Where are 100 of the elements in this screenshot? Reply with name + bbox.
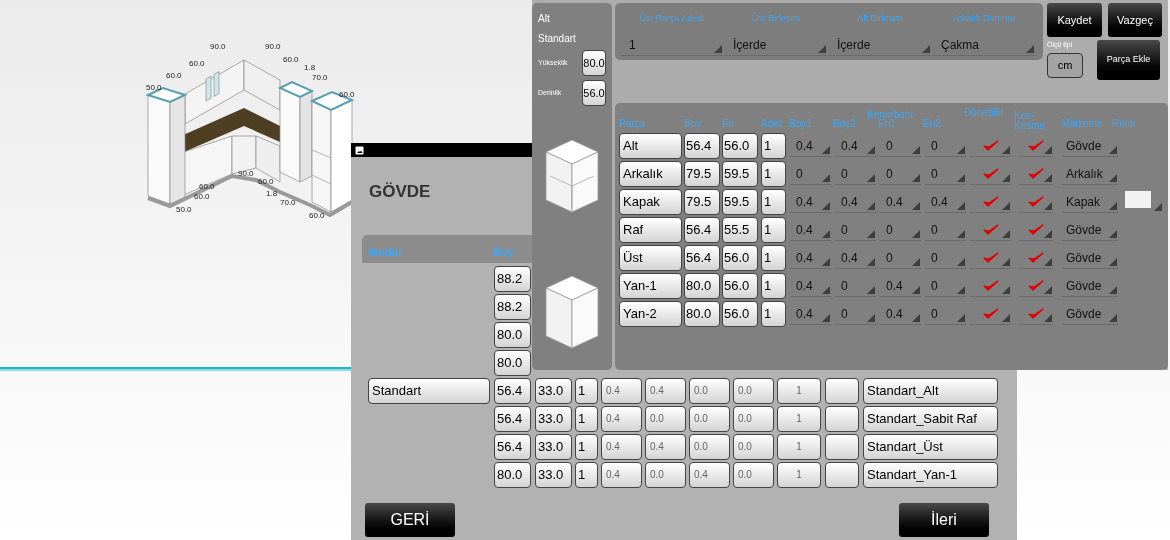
dropdown[interactable]: 0.4 (790, 191, 831, 213)
dropdown[interactable]: 0.4 (790, 303, 831, 325)
dropdown-corner-icon (912, 202, 920, 210)
add-part-button[interactable]: Parça Ekle (1097, 40, 1160, 80)
table-cell: 1 (575, 461, 598, 488)
table-cell: 56.4 (494, 377, 531, 404)
table-cell: 88.2 (494, 293, 531, 320)
dropdown[interactable]: 0 (880, 135, 921, 157)
dropdown[interactable]: 0.4 (790, 219, 831, 241)
dropdown[interactable]: İçerde (725, 35, 827, 56)
dropdown[interactable]: 0.4 (880, 191, 921, 213)
dropdown[interactable]: Arkalık (1062, 163, 1118, 185)
table-cell: 1 (761, 161, 786, 187)
dropdown[interactable]: 0 (925, 163, 966, 185)
cancel-button[interactable]: Vazgeç (1108, 3, 1162, 37)
dropdown-corner-icon (957, 258, 965, 266)
dropdown[interactable]: 0.4 (835, 247, 876, 269)
table-cell: 0.4 (689, 461, 730, 488)
dropdown[interactable]: 0.4 (880, 275, 921, 297)
dropdown[interactable]: 0.4 (790, 275, 831, 297)
empty-cell (825, 377, 859, 404)
dropdown-corner-icon (957, 286, 965, 294)
dropdown[interactable]: Gövde (1062, 247, 1118, 269)
save-button[interactable]: Kaydet (1047, 3, 1102, 37)
table-cell: 1 (761, 245, 786, 271)
dropdown[interactable]: 0 (925, 275, 966, 297)
dropdown-corner-icon (1002, 146, 1010, 154)
dropdown[interactable]: 0.4 (835, 191, 876, 213)
group-header: Kenarbant (867, 108, 914, 120)
dropdown-corner-icon (1002, 258, 1010, 266)
table-cell: 0.4 (645, 377, 686, 404)
dropdown-corner-icon (867, 174, 875, 182)
table-cell: 80.0 (684, 273, 720, 299)
dimension-label: 1.8 (304, 63, 316, 72)
dropdown[interactable]: 0 (835, 303, 876, 325)
dimension-label: 90.0 (210, 42, 226, 51)
dropdown[interactable]: 0 (925, 303, 966, 325)
dropdown[interactable]: Gövde (1062, 219, 1118, 241)
dropdown[interactable]: 0 (835, 219, 876, 241)
dropdown-corner-icon (822, 286, 830, 294)
column-header: Boy (684, 117, 703, 131)
dropdown[interactable]: 0.4 (790, 247, 831, 269)
dropdown[interactable]: 0 (880, 247, 921, 269)
input-field[interactable]: 56.0 (582, 80, 606, 106)
dropdown-corner-icon (1044, 146, 1052, 154)
table-cell: 56.4 (494, 433, 531, 460)
back-button[interactable]: GERİ (365, 503, 455, 537)
table-cell: 56.0 (722, 245, 758, 271)
dropdown-corner-icon (957, 202, 965, 210)
dropdown[interactable]: 0 (880, 163, 921, 185)
table-cell: 1 (761, 189, 786, 215)
unit-field[interactable]: cm (1047, 52, 1083, 78)
table-cell: 55.5 (722, 217, 758, 243)
dropdown-corner-icon (822, 314, 830, 322)
table-cell: 1 (777, 377, 821, 404)
dropdown[interactable]: 0 (835, 163, 876, 185)
option-label: Üst Parça Adedi (638, 12, 706, 25)
dropdown-corner-icon (822, 230, 830, 238)
dimension-label: 1.8 (266, 189, 278, 198)
dropdown[interactable]: 0.4 (925, 191, 966, 213)
table-cell: 0.0 (733, 461, 774, 488)
dropdown[interactable]: 0 (790, 163, 831, 185)
table-cell: 56.4 (684, 133, 720, 159)
dropdown[interactable]: Gövde (1062, 303, 1118, 325)
column-header: Adet (761, 117, 783, 131)
column-header: En (722, 117, 736, 131)
dropdown[interactable]: 0 (925, 247, 966, 269)
dropdown[interactable]: 0.4 (790, 135, 831, 157)
dropdown[interactable]: Çakma (933, 35, 1035, 56)
table-cell: 80.0 (494, 461, 531, 488)
dropdown-corner-icon (822, 258, 830, 266)
dropdown[interactable]: 0.4 (880, 303, 921, 325)
dropdown-corner-icon (912, 230, 920, 238)
table-cell: 56.0 (722, 301, 758, 327)
table-cell: 0.0 (689, 405, 730, 432)
dropdown[interactable]: 0 (835, 275, 876, 297)
dimension-label: 60.0 (339, 90, 355, 99)
column-header: Boy2 (833, 117, 857, 131)
color-swatch[interactable] (1125, 191, 1163, 213)
dropdown[interactable]: 1 (621, 35, 723, 56)
dropdown[interactable]: Kapak (1062, 191, 1118, 213)
dropdown[interactable]: 0 (925, 219, 966, 241)
table-cell: Yan-1 (619, 273, 682, 299)
dropdown-corner-icon (1044, 314, 1052, 322)
input-field[interactable]: 80.0 (582, 50, 606, 76)
dropdown[interactable]: Gövde (1062, 135, 1118, 157)
dropdown[interactable]: 0 (880, 219, 921, 241)
dropdown[interactable]: Gövde (1062, 275, 1118, 297)
next-button[interactable]: İleri (899, 503, 989, 537)
table-cell: 0.0 (733, 405, 774, 432)
module-field[interactable]: Standart (368, 377, 490, 404)
table-cell: Standart_Yan-1 (863, 461, 998, 488)
table-cell: 56.0 (722, 133, 758, 159)
dropdown[interactable]: 0 (925, 135, 966, 157)
dropdown-corner-icon (1109, 174, 1117, 182)
dropdown[interactable]: 0.4 (835, 135, 876, 157)
column-header: Dönebilir (964, 106, 1005, 120)
dropdown-corner-icon (822, 202, 830, 210)
dropdown[interactable]: İçerde (829, 35, 931, 56)
table-cell: 1 (761, 217, 786, 243)
